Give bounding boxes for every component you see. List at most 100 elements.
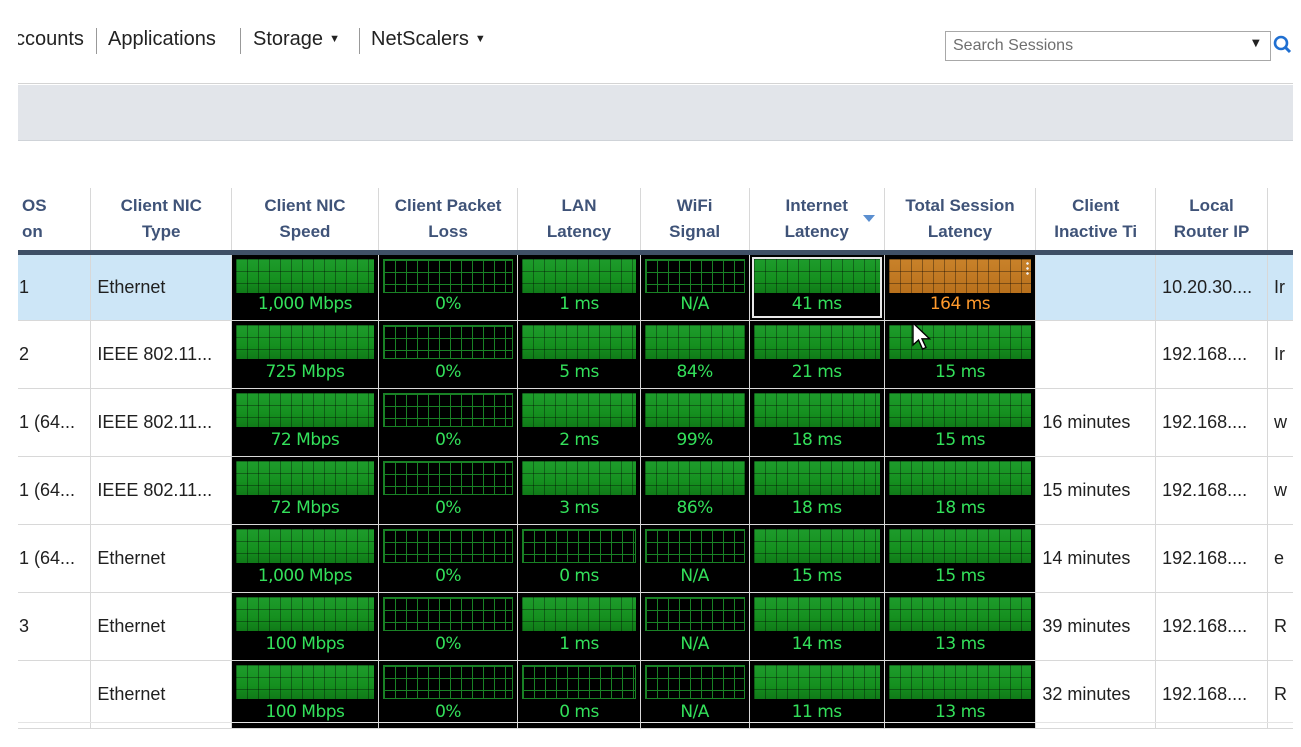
nav-item-accounts[interactable]: ccounts xyxy=(18,28,84,51)
metric-cell-nic-speed[interactable]: 72 Mbps xyxy=(231,388,379,457)
column-header-router-ip[interactable]: Local Router IP xyxy=(1155,188,1268,255)
metric-cell-packet-loss[interactable]: 0% xyxy=(377,456,518,525)
table-row[interactable]: 1 (64... IEEE 802.11... 72 Mbps 0% 3 ms 86% 18… xyxy=(18,456,1293,525)
table-row[interactable]: 1 (64... Ethernet 1,000 Mbps 0% 0 ms N/A 15 ms… xyxy=(18,524,1293,593)
metric-cell-lan-latency[interactable]: 0 ms xyxy=(517,524,641,593)
more-options-icon[interactable] xyxy=(1026,260,1030,275)
metric-value: 86% xyxy=(676,497,714,518)
metric-cell-nic-speed[interactable]: 100 Mbps xyxy=(231,592,379,661)
metric-gauge: 21 ms xyxy=(752,323,882,386)
metric-cell-wifi[interactable]: 99% xyxy=(639,388,750,457)
nav-item-applications[interactable]: Applications xyxy=(108,28,216,51)
nav-item-netscalers[interactable]: NetScalers ▼ xyxy=(371,28,486,51)
metric-cell-wifi[interactable]: N/A xyxy=(639,524,750,593)
column-header-label: LAN xyxy=(561,195,597,215)
metric-cell-total-latency[interactable]: 13 ms xyxy=(883,660,1036,729)
gauge-fill-bar xyxy=(888,324,1032,359)
metric-cell-wifi[interactable]: 86% xyxy=(639,456,750,525)
cell-os: 3 xyxy=(18,592,91,661)
metric-cell-lan-latency[interactable]: 1 ms xyxy=(517,592,641,661)
metric-cell-wifi[interactable]: N/A xyxy=(639,592,750,661)
table-row[interactable]: 1 (64... IEEE 802.11... 72 Mbps 0% 2 ms 99% 18… xyxy=(18,388,1293,457)
metric-cell-total-latency[interactable]: 164 ms xyxy=(883,252,1036,321)
metric-cell-packet-loss[interactable]: 0% xyxy=(377,388,518,457)
table-row[interactable]: 2 IEEE 802.11... 725 Mbps 0% 5 ms 84% 21 ms 15 … xyxy=(18,320,1293,389)
gauge-fill-bar xyxy=(753,460,880,495)
metric-value: 1,000 Mbps xyxy=(257,565,353,586)
metric-cell-lan-latency[interactable]: 1 ms xyxy=(517,252,641,321)
column-header-label: Type xyxy=(142,221,181,241)
metric-cell-internet-latency[interactable]: 15 ms xyxy=(748,524,885,593)
column-header-nic-speed[interactable]: Client NIC Speed xyxy=(231,188,379,255)
column-header-label: Latency xyxy=(546,221,612,241)
metric-cell-total-latency[interactable]: 15 ms xyxy=(883,388,1036,457)
column-header-label: Client NIC xyxy=(264,195,346,215)
metric-cell-nic-speed[interactable]: 1,000 Mbps xyxy=(231,252,379,321)
metric-value: 164 ms xyxy=(929,293,991,314)
gauge-fill-bar xyxy=(888,596,1032,631)
metric-cell-packet-loss[interactable]: 0% xyxy=(377,660,518,729)
column-header-lan-latency[interactable]: LAN Latency xyxy=(517,188,641,255)
metric-value: 5 ms xyxy=(559,361,599,382)
metric-cell-total-latency[interactable]: 13 ms xyxy=(883,592,1036,661)
caret-down-icon[interactable]: ▼ xyxy=(1252,38,1260,49)
metric-value: 13 ms xyxy=(935,633,985,654)
column-header-nic-type[interactable]: Client NIC Type xyxy=(90,188,232,255)
metric-cell-lan-latency[interactable]: 5 ms xyxy=(517,320,641,389)
column-header-inactive[interactable]: Client Inactive Ti xyxy=(1035,188,1156,255)
metric-cell-lan-latency[interactable]: 3 ms xyxy=(517,456,641,525)
metric-cell-nic-speed[interactable]: 100 Mbps xyxy=(231,660,379,729)
search-input[interactable] xyxy=(946,32,1226,60)
metric-gauge: 41 ms xyxy=(751,256,882,318)
column-header-os[interactable]: OS on xyxy=(18,188,91,255)
table-row[interactable]: 1 Ethernet 1,000 Mbps 0% 1 ms N/A 41 ms 164 ms 1… xyxy=(18,252,1293,321)
metric-gauge: 13 ms xyxy=(887,595,1034,658)
cell-os: 1 xyxy=(18,252,91,321)
column-header-packet-loss[interactable]: Client Packet Loss xyxy=(377,188,518,255)
metric-cell-packet-loss[interactable]: 0% xyxy=(377,252,518,321)
metric-cell-total-latency[interactable]: 18 ms xyxy=(883,456,1036,525)
metric-cell-lan-latency[interactable]: 0 ms xyxy=(517,660,641,729)
gauge-track xyxy=(644,664,745,699)
metric-gauge: 18 ms xyxy=(752,391,882,454)
metric-cell-lan-latency[interactable]: 2 ms xyxy=(517,388,641,457)
column-header-total-latency[interactable]: Total Session Latency xyxy=(883,188,1036,255)
metric-cell-internet-latency[interactable]: 41 ms xyxy=(748,252,885,321)
nav-item-storage[interactable]: Storage ▼ xyxy=(253,28,340,51)
metric-cell-internet-latency[interactable]: 21 ms xyxy=(748,320,885,389)
metric-cell-total-latency[interactable]: 15 ms xyxy=(883,320,1036,389)
metric-cell-wifi[interactable]: N/A xyxy=(639,660,750,729)
metric-value: 18 ms xyxy=(935,497,985,518)
metric-cell-nic-speed[interactable]: 1,000 Mbps xyxy=(231,524,379,593)
metric-cell-wifi[interactable]: N/A xyxy=(639,252,750,321)
column-header-label: on xyxy=(22,221,43,241)
column-header-internet-latency[interactable]: Internet Latency xyxy=(748,188,885,255)
table-row[interactable]: Ethernet 100 Mbps 0% 0 ms N/A 11 ms 13 ms 32 mi… xyxy=(18,660,1293,729)
metric-cell-packet-loss[interactable]: 0% xyxy=(377,592,518,661)
gauge-fill-bar xyxy=(236,460,374,495)
table-row[interactable]: 3 Ethernet 100 Mbps 0% 1 ms N/A 14 ms 13 ms 39 m… xyxy=(18,592,1293,661)
metric-gauge: 1 ms xyxy=(520,595,637,658)
metric-cell-internet-latency[interactable]: 14 ms xyxy=(748,592,885,661)
column-header-extra[interactable] xyxy=(1266,188,1293,255)
metric-cell-nic-speed[interactable]: 725 Mbps xyxy=(231,320,379,389)
metric-gauge: N/A xyxy=(643,257,747,318)
metric-value: N/A xyxy=(680,293,709,314)
nav-separator xyxy=(240,28,241,54)
metric-cell-packet-loss[interactable]: 0% xyxy=(377,524,518,593)
metric-cell-internet-latency[interactable]: 11 ms xyxy=(748,660,885,729)
gauge-track xyxy=(644,528,745,563)
column-header-wifi[interactable]: WiFi Signal xyxy=(639,188,750,255)
metric-cell-nic-speed[interactable]: 72 Mbps xyxy=(231,456,379,525)
metric-cell-total-latency[interactable]: 15 ms xyxy=(883,524,1036,593)
metric-cell-internet-latency[interactable]: 18 ms xyxy=(748,388,885,457)
metric-cell-internet-latency[interactable]: 18 ms xyxy=(748,456,885,525)
column-header-label: Loss xyxy=(428,221,468,241)
column-header-label: Local xyxy=(1189,195,1234,215)
cell-inactive: 16 minutes xyxy=(1035,388,1156,457)
gauge-fill-bar xyxy=(888,258,1032,293)
gauge-track xyxy=(522,528,636,563)
search-button[interactable] xyxy=(1272,31,1293,61)
metric-cell-wifi[interactable]: 84% xyxy=(639,320,750,389)
metric-cell-packet-loss[interactable]: 0% xyxy=(377,320,518,389)
